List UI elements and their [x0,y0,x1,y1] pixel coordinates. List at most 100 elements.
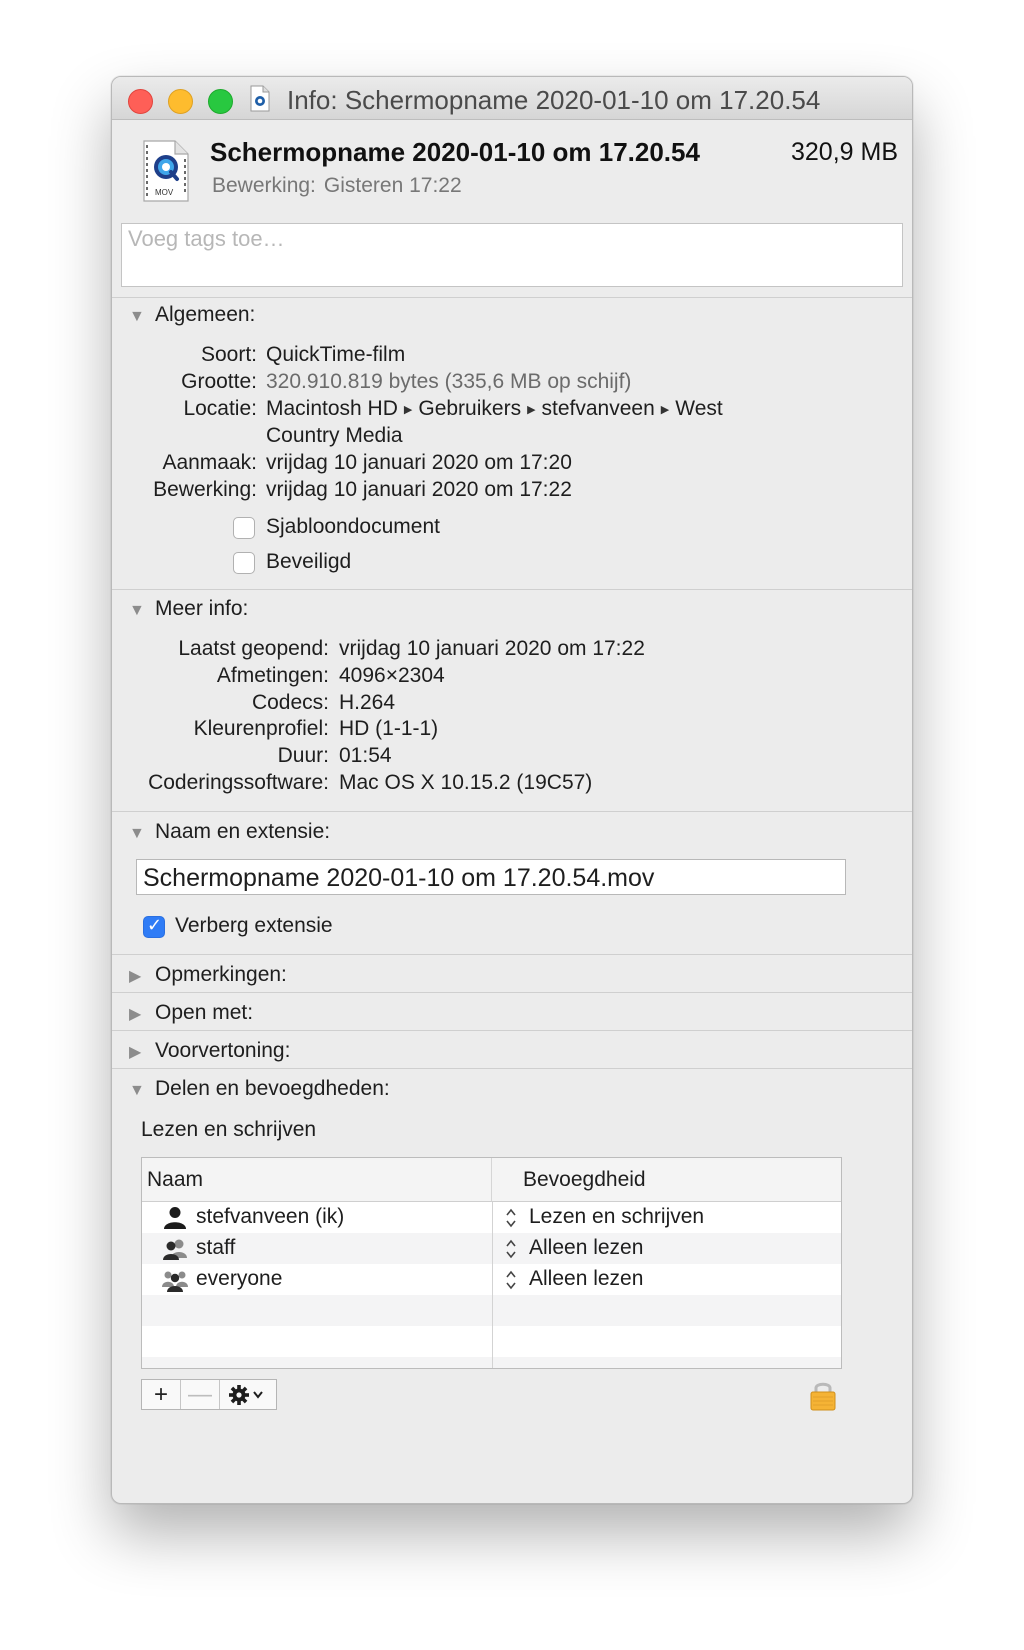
privilege-select[interactable]: Alleen lezen [529,1267,643,1291]
section-more-info-title: Meer info: [155,597,249,620]
file-name-field[interactable]: Schermopname 2020-01-10 om 17.20.54.mov [136,859,846,895]
size-on-disk: (335,6 MB op schijf) [444,370,632,393]
stationery-checkbox[interactable] [233,517,255,539]
path-component: stefvanveen [541,397,655,420]
divider [112,589,912,590]
color-profile-label: Kleurenprofiel: [193,717,329,740]
stationery-label: Sjabloondocument [266,515,440,538]
zoom-button[interactable] [208,89,233,114]
dimensions-value: 4096×2304 [339,664,445,687]
tags-field[interactable] [121,223,903,287]
chevron-updown-icon[interactable] [504,1206,518,1230]
section-comments-header[interactable]: ▶ Opmerkingen: [129,963,287,987]
locked-label: Beveiligd [266,550,352,573]
section-comments-title: Opmerkingen: [155,963,287,986]
dimensions-label: Afmetingen: [216,664,329,687]
duration-value: 01:54 [339,744,392,767]
hide-extension-label: Verberg extensie [175,914,333,937]
section-open-with-title: Open met: [155,1001,254,1024]
column-header-privilege[interactable]: Bevoegdheid [492,1158,841,1202]
path-arrow-icon: ▶ [403,404,413,416]
size-value: 320.910.819 bytes (335,6 MB op schijf) [266,370,631,394]
divider [112,954,912,955]
disclosure-open-icon[interactable]: ▼ [129,602,147,620]
modified-label: Bewerking: [153,478,257,501]
section-name-ext-header[interactable]: ▼ Naam en extensie: [129,820,330,844]
disclosure-closed-icon[interactable]: ▶ [129,1004,147,1024]
minimize-button[interactable] [168,89,193,114]
privilege-select[interactable]: Lezen en schrijven [529,1205,704,1229]
path-arrow-icon: ▶ [660,404,670,416]
title-bar[interactable]: Info: Schermopname 2020-01-10 om 17.20.5… [112,77,912,120]
window-title: Info: Schermopname 2020-01-10 om 17.20.5… [287,85,821,115]
encoder-label: Coderingssoftware: [148,771,329,794]
path-component: Gebruikers [418,397,522,420]
section-name-ext-title: Naam en extensie: [155,820,331,843]
section-preview-title: Voorvertoning: [155,1039,291,1062]
divider [112,1068,912,1069]
size-label: Grootte: [181,370,257,393]
remove-user-button[interactable]: — [181,1380,220,1409]
section-open-with-header[interactable]: ▶ Open met: [129,1001,253,1025]
created-label: Aanmaak: [162,451,257,474]
divider [112,811,912,812]
kind-value: QuickTime-film [266,343,406,366]
divider [112,1030,912,1031]
user-name: staff [196,1236,236,1259]
single-user-icon [164,1207,186,1229]
column-header-name[interactable]: Naam [142,1158,492,1202]
sharing-status: Lezen en schrijven [141,1118,317,1141]
duration-label: Duur: [277,744,329,767]
section-preview-header[interactable]: ▶ Voorvertoning: [129,1039,290,1063]
last-opened-value: vrijdag 10 januari 2020 om 17:22 [339,637,645,660]
user-name: stefvanveen (ik) [196,1205,345,1228]
close-button[interactable] [128,89,153,114]
hide-extension-checkbox[interactable] [143,915,165,938]
location-path: Macintosh HD ▶ Gebruikers ▶ stefvanveen ▶ West [266,397,723,421]
header-modified: Bewerking: Gisteren 17:22 [212,174,470,198]
gear-icon [229,1384,263,1405]
section-general-header[interactable]: ▼ Algemeen: [129,303,255,327]
color-profile-value: HD (1-1-1) [339,717,439,740]
add-user-button[interactable]: + [142,1380,181,1409]
location-label: Locatie: [183,397,257,420]
created-value: vrijdag 10 januari 2020 om 17:20 [266,451,572,474]
permissions-toolbar: + — [141,1379,277,1410]
disclosure-closed-icon[interactable]: ▶ [129,966,147,986]
chevron-updown-icon[interactable] [504,1268,518,1292]
lock-icon[interactable] [810,1379,836,1411]
action-menu-button[interactable] [220,1380,276,1409]
privilege-select[interactable]: Alleen lezen [529,1236,643,1260]
disclosure-open-icon[interactable]: ▼ [129,1082,147,1100]
path-arrow-icon: ▶ [527,404,536,416]
column-divider [492,1202,493,1368]
location-path-cont: Country Media [266,424,403,447]
header-modified-label: Bewerking: [212,174,316,197]
divider [112,992,912,993]
disclosure-closed-icon[interactable]: ▶ [129,1042,147,1062]
user-name: everyone [196,1267,283,1290]
info-window: Info: Schermopname 2020-01-10 om 17.20.5… [111,76,913,1504]
section-more-info-header[interactable]: ▼ Meer info: [129,597,248,621]
mov-badge: MOV [155,188,174,197]
tags-input[interactable] [128,226,888,252]
permissions-table: Naam Bevoegdheid stefvanveen (ik) Lezen … [141,1157,842,1369]
chevron-updown-icon[interactable] [504,1237,518,1261]
kind-label: Soort: [200,343,257,366]
section-sharing-title: Delen en bevoegdheden: [155,1077,390,1100]
encoder-value: Mac OS X 10.15.2 (19C57) [339,771,593,794]
codecs-label: Codecs: [251,691,329,714]
section-sharing-header[interactable]: ▼ Delen en bevoegdheden: [129,1077,390,1101]
file-size: 320,9 MB [790,138,898,166]
everyone-icon [162,1271,188,1292]
modified-value: vrijdag 10 januari 2020 om 17:22 [266,478,572,501]
locked-checkbox[interactable] [233,552,255,574]
disclosure-open-icon[interactable]: ▼ [129,308,147,326]
path-component: Macintosh HD [266,397,398,420]
disclosure-open-icon[interactable]: ▼ [129,825,147,843]
codecs-value: H.264 [339,691,396,714]
path-component: West [675,397,723,420]
document-icon [250,85,270,112]
size-bytes: 320.910.819 bytes [266,370,439,393]
group-icon [163,1239,187,1260]
